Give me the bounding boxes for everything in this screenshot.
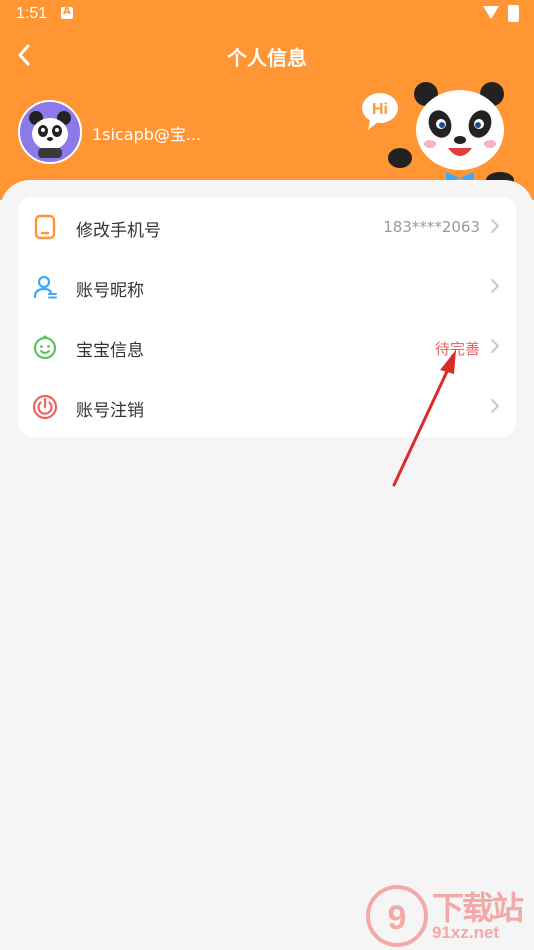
- row-baby-info[interactable]: 宝宝信息 待完善: [18, 317, 516, 377]
- app-notification-icon: [61, 6, 73, 19]
- battery-icon: [508, 5, 519, 22]
- settings-card: 修改手机号 183****2063 账号昵称 宝宝信息 待完善 账号注销: [18, 197, 516, 437]
- chevron-right-icon: [491, 339, 500, 353]
- baby-face-icon: [33, 335, 57, 360]
- watermark-url: 91xz.net: [432, 923, 500, 942]
- avatar[interactable]: [18, 100, 82, 164]
- phone-number-value: 183****2063: [383, 218, 480, 236]
- panda-mascot: Hi: [360, 80, 520, 190]
- page-title: 个人信息: [227, 46, 307, 70]
- row-change-phone[interactable]: 修改手机号 183****2063: [18, 197, 516, 257]
- row-label: 账号昵称: [76, 281, 144, 301]
- row-label: 账号注销: [76, 401, 144, 421]
- nav-bar: 个人信息: [0, 34, 534, 78]
- row-label: 宝宝信息: [76, 341, 144, 361]
- chevron-right-icon: [491, 399, 500, 413]
- svg-text:9: 9: [388, 899, 407, 937]
- mascot-bubble-text: Hi: [372, 101, 388, 118]
- user-icon: [33, 275, 57, 299]
- status-time: 1:51: [16, 5, 48, 22]
- watermark: 9 下载站 91xz.net: [366, 885, 534, 950]
- phone-icon: [34, 214, 56, 240]
- row-label: 修改手机号: [76, 221, 161, 241]
- username-label: 1sicapb@宝...: [92, 125, 202, 144]
- panda-avatar-icon: [20, 102, 80, 162]
- row-delete-account[interactable]: 账号注销: [18, 377, 516, 437]
- power-icon: [32, 394, 58, 420]
- row-nickname[interactable]: 账号昵称: [18, 257, 516, 317]
- chevron-right-icon: [491, 219, 500, 233]
- baby-info-status: 待完善: [434, 340, 480, 358]
- chevron-right-icon: [491, 279, 500, 293]
- status-bar: 1:51: [0, 0, 534, 28]
- wifi-icon: [483, 6, 499, 19]
- watermark-logo-icon: 9: [366, 885, 428, 947]
